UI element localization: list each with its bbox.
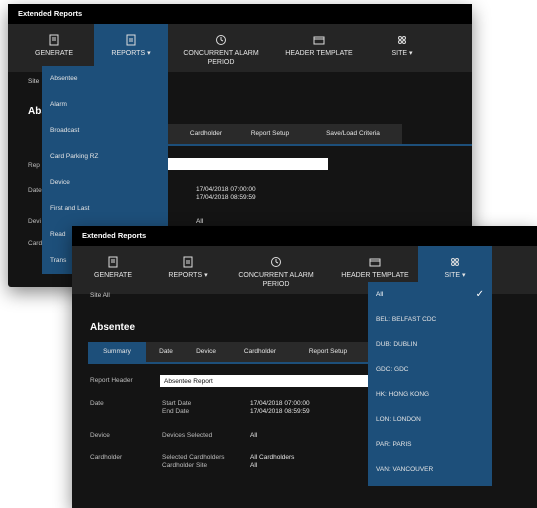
tab-report-setup[interactable]: Report Setup <box>238 124 302 144</box>
site-label: SITE ▾ <box>444 272 466 279</box>
site-option-dub[interactable]: DUB: DUBLIN <box>368 332 492 357</box>
site-option-hk[interactable]: HK: HONG KONG <box>368 382 492 407</box>
generate-button[interactable]: GENERATE <box>84 246 142 294</box>
site-button[interactable]: SITE ▾ <box>378 24 426 72</box>
cardholder-label: Cardholder <box>90 454 123 461</box>
site-menu: All ✓ BEL: BELFAST CDC DUB: DUBLIN GDC: … <box>368 282 492 486</box>
site-icon <box>398 36 406 44</box>
generate-icon <box>108 256 118 268</box>
tab-device[interactable]: Device <box>184 342 228 362</box>
reports-icon <box>126 34 136 46</box>
cardholder-site-value: All <box>250 462 258 469</box>
report-header-label: Rep <box>28 162 40 169</box>
cardholder-site-label: Cardholder Site <box>162 462 208 469</box>
devices-selected-value: All <box>250 432 258 439</box>
menu-item-broadcast[interactable]: Broadcast <box>42 118 168 143</box>
concurrent-alarm-button[interactable]: CONCURRENT ALARM PERIOD <box>228 246 324 294</box>
end-date-value: 17/04/2018 08:59:59 <box>250 408 310 415</box>
generate-icon <box>49 34 59 46</box>
header-template-label: HEADER TEMPLATE <box>285 50 353 57</box>
device-label: Devi <box>28 218 42 225</box>
menu-item-device[interactable]: Device <box>42 170 168 195</box>
device-label: Device <box>90 432 110 439</box>
reports-icon <box>183 256 193 268</box>
report-header-input[interactable] <box>160 375 370 387</box>
site-label: SITE ▾ <box>391 50 413 57</box>
selected-cardholders-label: Selected Cardholders <box>162 454 225 461</box>
reports-label: REPORTS ▾ <box>111 50 151 57</box>
site-option-all[interactable]: All ✓ <box>368 282 492 307</box>
reports-label: REPORTS ▾ <box>168 272 208 279</box>
start-date-value: 17/04/2018 07:00:00 <box>196 186 256 193</box>
site-option-van[interactable]: VAN: VANCOUVER <box>368 457 492 482</box>
site-option-par[interactable]: PAR: PARIS <box>368 432 492 457</box>
tab-bar: Summary Date Device Cardholder Report Se… <box>88 342 368 362</box>
start-date-label: Start Date <box>162 400 192 407</box>
concurrent-alarm-label: CONCURRENT ALARM PERIOD <box>238 272 314 288</box>
tab-cardholder[interactable]: Cardholder <box>230 342 290 362</box>
reports-button[interactable]: REPORTS ▾ <box>94 24 168 72</box>
window-title: Extended Reports <box>8 4 472 24</box>
cardholder-label: Card <box>28 240 43 247</box>
generate-label: GENERATE <box>94 272 132 279</box>
check-icon: ✓ <box>475 289 484 300</box>
tab-cardholder[interactable]: Cardholder <box>178 124 234 144</box>
site-option-bel[interactable]: BEL: BELFAST CDC <box>368 307 492 332</box>
selected-cardholders-value: All Cardholders <box>250 454 295 461</box>
menu-item-absentee[interactable]: Absentee <box>42 66 168 91</box>
end-date-label: End Date <box>162 408 190 415</box>
device-value: All <box>196 218 204 225</box>
window-title: Extended Reports <box>72 226 537 246</box>
site-option-lon[interactable]: LON: LONDON <box>368 407 492 432</box>
header-template-icon <box>369 258 381 267</box>
report-header-label: Report Header <box>90 377 133 384</box>
tab-bar: Cardholder Report Setup Save/Load Criter… <box>168 124 402 144</box>
page-title: Absentee <box>90 322 136 333</box>
site-icon <box>451 258 459 266</box>
menu-item-alarm[interactable]: Alarm <box>42 92 168 117</box>
tab-underline <box>168 144 472 146</box>
alarm-clock-icon <box>271 257 281 267</box>
tab-underline <box>88 362 368 364</box>
date-label: Date <box>90 400 104 407</box>
main-toolbar: GENERATE REPORTS ▾ CONCURRENT ALARM PERI… <box>8 24 472 72</box>
breadcrumb: Site All <box>90 292 110 299</box>
site-option-gdc[interactable]: GDC: GDC <box>368 357 492 382</box>
alarm-clock-icon <box>216 35 226 45</box>
tab-date[interactable]: Date <box>150 342 182 362</box>
tab-summary[interactable]: Summary <box>88 342 146 362</box>
generate-button[interactable]: GENERATE <box>26 24 82 72</box>
tab-save-load[interactable]: Save/Load Criteria <box>308 124 398 144</box>
site-option-label: All <box>376 291 384 298</box>
header-template-button[interactable]: HEADER TEMPLATE <box>276 24 362 72</box>
tab-report-setup[interactable]: Report Setup <box>294 342 362 362</box>
date-label: Date <box>28 187 42 194</box>
concurrent-alarm-label: CONCURRENT ALARM PERIOD <box>183 50 259 66</box>
header-template-icon <box>313 36 325 45</box>
end-date-value: 17/04/2018 08:59:59 <box>196 194 256 201</box>
start-date-value: 17/04/2018 07:00:00 <box>250 400 310 407</box>
report-header-input[interactable] <box>168 158 328 170</box>
menu-item-card-parking[interactable]: Card Parking RZ <box>42 144 168 169</box>
reports-button[interactable]: REPORTS ▾ <box>158 246 218 294</box>
front-report-window: Extended Reports GENERATE REPORTS ▾ CONC… <box>72 226 537 508</box>
menu-item-first-and-last[interactable]: First and Last <box>42 196 168 221</box>
header-template-label: HEADER TEMPLATE <box>341 272 409 279</box>
breadcrumb: Site <box>28 78 40 85</box>
devices-selected-label: Devices Selected <box>162 432 213 439</box>
concurrent-alarm-button[interactable]: CONCURRENT ALARM PERIOD <box>176 24 266 72</box>
generate-label: GENERATE <box>35 50 73 57</box>
